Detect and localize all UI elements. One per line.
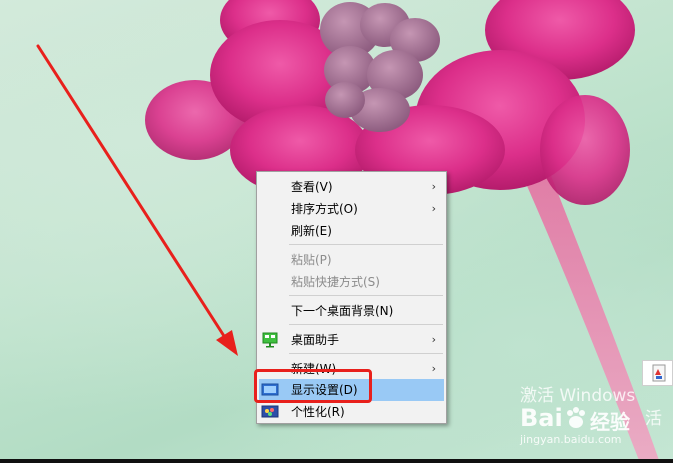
taskbar-edge <box>0 459 673 463</box>
annotation-arrow <box>36 44 238 356</box>
desktop-background[interactable]: 激活 Windows 活 Bai 经验 jingyan.baidu.com 查看… <box>0 0 673 463</box>
